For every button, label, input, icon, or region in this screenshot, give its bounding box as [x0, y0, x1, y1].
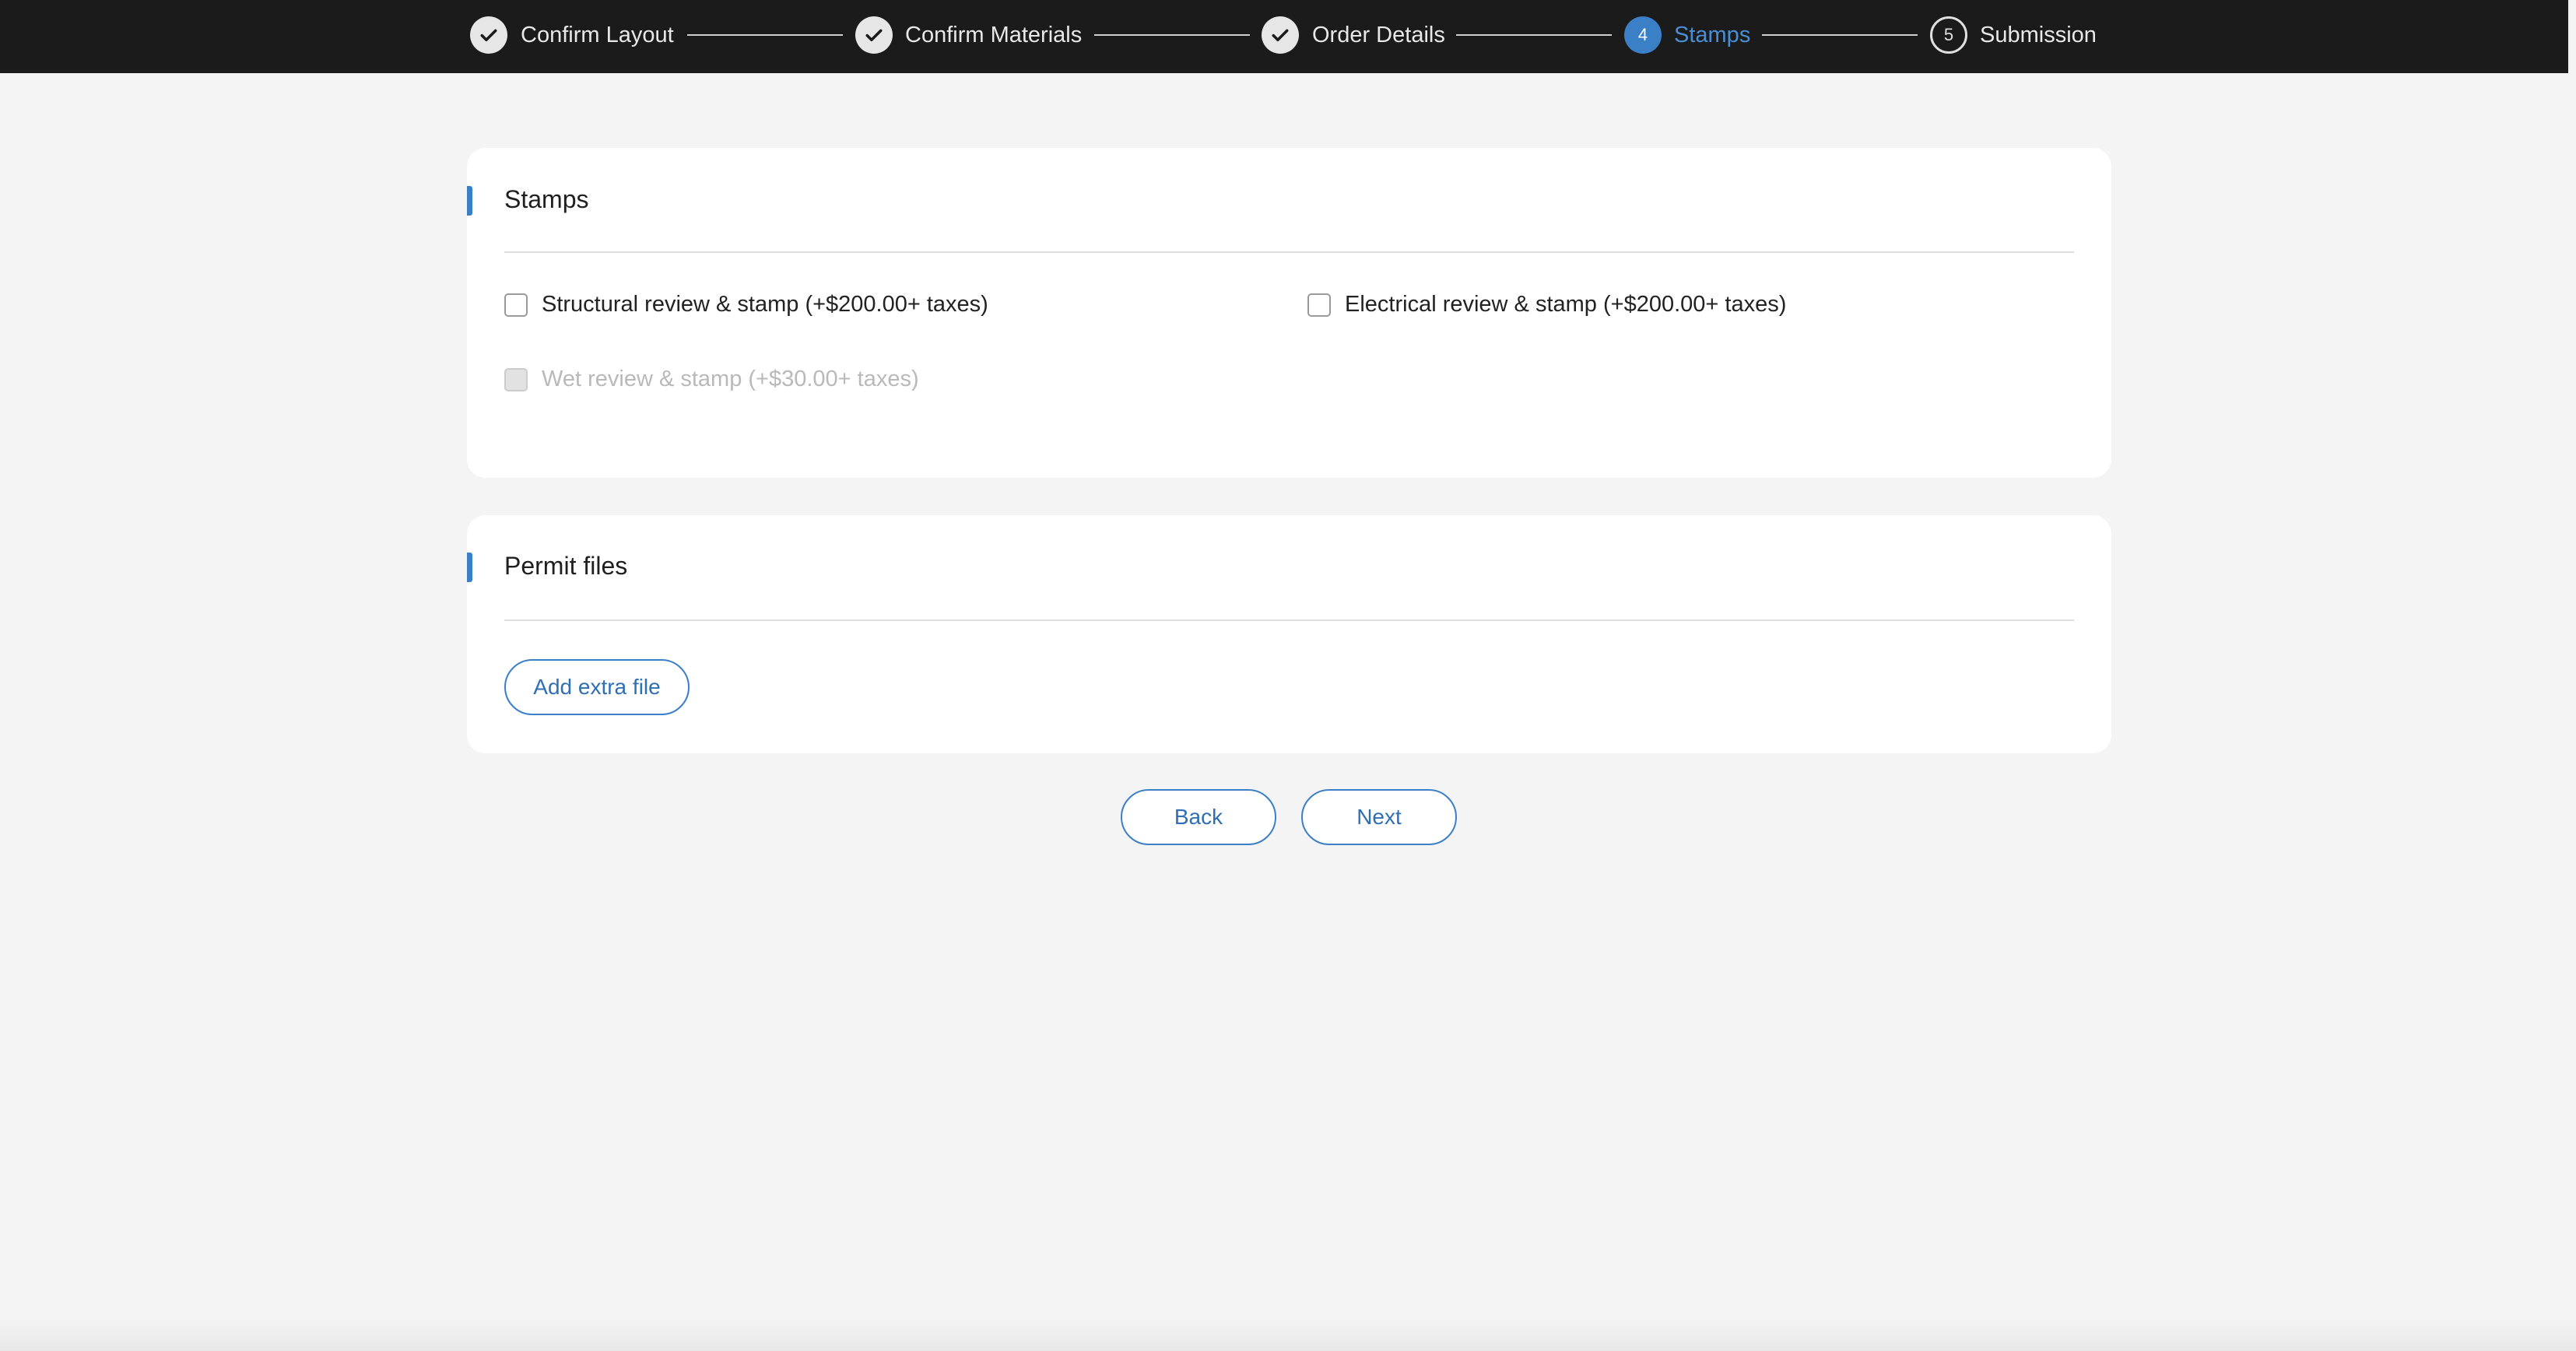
wet-stamp-option: Wet review & stamp (+$30.00+ taxes): [504, 367, 919, 392]
step-3-check-icon: [1262, 16, 1299, 54]
step-1-check-icon: [470, 16, 507, 54]
permit-files-card: Permit files Add extra file: [467, 515, 2111, 753]
stamps-section-title: Stamps: [504, 185, 589, 213]
section-accent-bar: [467, 186, 472, 216]
electrical-stamp-option[interactable]: Electrical review & stamp (+$200.00+ tax…: [1307, 292, 1786, 318]
stamps-card: Stamps Structural review & stamp (+$200.…: [467, 148, 2111, 478]
next-button[interactable]: Next: [1301, 789, 1457, 845]
section-divider: [504, 251, 2074, 253]
step-4-label: Stamps: [1674, 23, 1751, 47]
step-5-number-badge: 5: [1930, 16, 1967, 54]
electrical-stamp-checkbox[interactable]: [1307, 293, 1331, 317]
permit-files-section-title: Permit files: [504, 552, 628, 580]
page-edge: [2568, 0, 2576, 1351]
step-4-number-badge: 4: [1624, 16, 1662, 54]
step-connector: [1762, 34, 1918, 36]
progress-stepper: Confirm Layout Confirm Materials Order D…: [0, 0, 2568, 73]
electrical-stamp-label: Electrical review & stamp (+$200.00+ tax…: [1345, 292, 1787, 317]
section-accent-bar: [467, 553, 472, 582]
step-5-label: Submission: [1980, 23, 2097, 47]
structural-stamp-label: Structural review & stamp (+$200.00+ tax…: [542, 292, 988, 317]
step-2-check-icon: [855, 16, 893, 54]
step-2-label: Confirm Materials: [905, 23, 1083, 47]
section-divider: [504, 619, 2074, 621]
step-connector: [1094, 34, 1250, 36]
back-button[interactable]: Back: [1121, 789, 1276, 845]
structural-stamp-option[interactable]: Structural review & stamp (+$200.00+ tax…: [504, 292, 988, 318]
add-extra-file-button[interactable]: Add extra file: [504, 659, 690, 715]
wet-stamp-label: Wet review & stamp (+$30.00+ taxes): [542, 367, 919, 391]
step-3-label: Order Details: [1312, 23, 1445, 47]
structural-stamp-checkbox[interactable]: [504, 293, 528, 317]
page-bottom-shadow: [0, 1315, 2576, 1351]
wet-stamp-checkbox: [504, 367, 528, 391]
step-connector: [1456, 34, 1612, 36]
step-1-label: Confirm Layout: [521, 23, 674, 47]
step-connector: [687, 34, 843, 36]
